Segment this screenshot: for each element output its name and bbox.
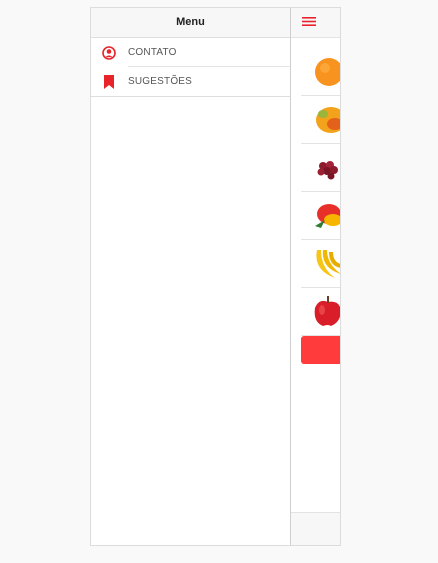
list-item[interactable] [301, 192, 340, 240]
main-footer [291, 512, 340, 545]
main-content [291, 8, 340, 545]
banana-icon [316, 250, 340, 278]
menu-item-label: CONTATO [128, 47, 177, 58]
list-item[interactable] [301, 288, 340, 336]
app-screen: Menu CONTATO SUGESTÕES [90, 7, 341, 546]
mango-icon [315, 204, 340, 228]
main-header [291, 8, 340, 38]
grapes-icon [317, 161, 338, 180]
orange-icon [315, 58, 340, 86]
menu-item-sugestoes[interactable]: SUGESTÕES [91, 67, 290, 97]
action-button[interactable] [301, 336, 340, 364]
menu-item-contato[interactable]: CONTATO [91, 38, 290, 67]
hamburger-menu-icon[interactable] [302, 14, 316, 32]
apple-icon [314, 296, 340, 326]
menu-title: Menu [91, 8, 290, 38]
bookmark-icon [91, 74, 127, 89]
side-menu: Menu CONTATO SUGESTÕES [91, 8, 291, 545]
menu-item-label: SUGESTÕES [128, 76, 193, 87]
list-item[interactable] [301, 144, 340, 192]
list-item[interactable] [301, 240, 340, 288]
list-item[interactable] [301, 48, 340, 96]
user-circle-icon [91, 45, 127, 60]
papaya-icon [316, 107, 340, 133]
list-item[interactable] [301, 96, 340, 144]
